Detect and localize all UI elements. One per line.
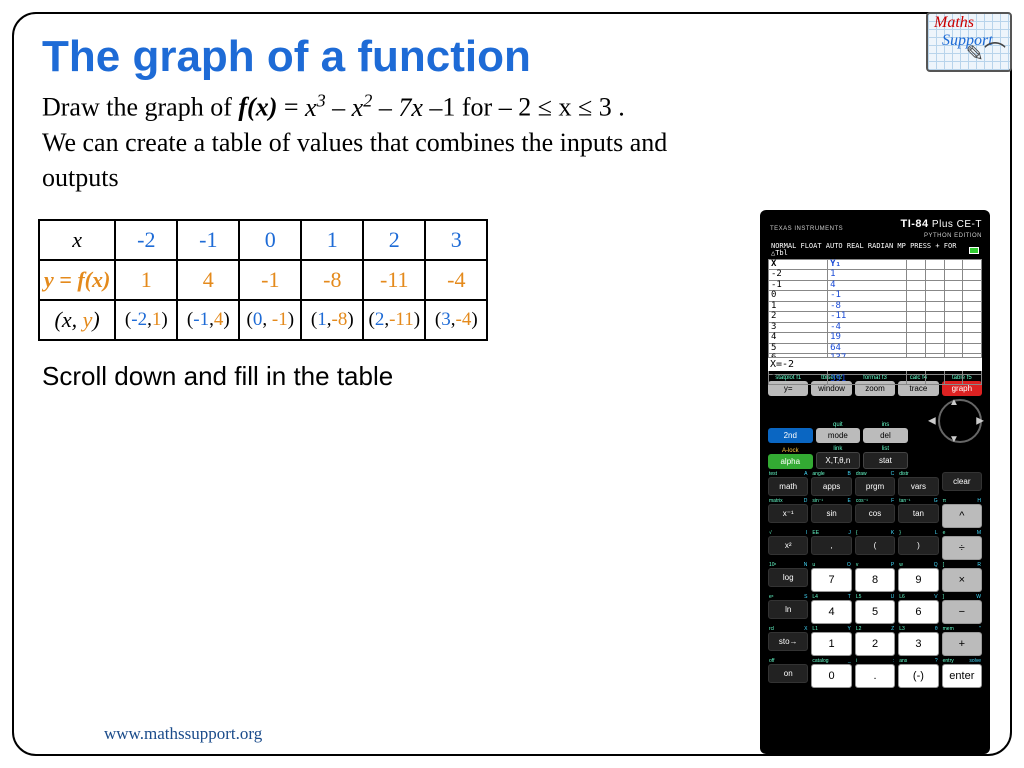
key-ent[interactable]: enter	[942, 664, 982, 688]
battery-icon	[969, 247, 979, 254]
key-rp[interactable]: )	[898, 536, 938, 555]
p3: (1,-8)	[301, 300, 363, 340]
key-vars[interactable]: vars	[898, 477, 938, 496]
y-c2: -1	[239, 260, 301, 300]
dpad-up-icon[interactable]: ▲	[949, 397, 959, 408]
screen-status: NORMAL FLOAT AUTO REAL RADIAN MP PRESS +…	[768, 241, 982, 259]
footer-url: www.mathssupport.org	[104, 724, 262, 744]
logo-line1: Maths	[934, 14, 974, 32]
y-c5: -4	[425, 260, 487, 300]
logo-tools-icon: ✎⌒	[966, 36, 1006, 68]
key-k7[interactable]: 7	[811, 568, 851, 592]
key-2nd[interactable]: 2nd	[768, 428, 813, 443]
calc-keypad: testAmathangleBappsdrawCprgmdistrvarscle…	[768, 472, 982, 688]
p0: (-2,1)	[115, 300, 177, 340]
key-dot[interactable]: .	[855, 664, 895, 688]
p5: (3,-4)	[425, 300, 487, 340]
key-k0[interactable]: 0	[811, 664, 851, 688]
prompt-lead: Draw the graph of	[42, 93, 238, 122]
key-k6[interactable]: 6	[898, 600, 938, 624]
calc-screen: NORMAL FLOAT AUTO REAL RADIAN MP PRESS +…	[768, 241, 982, 371]
key-prgm[interactable]: prgm	[855, 477, 895, 496]
prompt-for: for	[462, 93, 499, 122]
sth-y: Y₁	[828, 260, 907, 270]
key-k2[interactable]: 2	[855, 632, 895, 656]
key-log[interactable]: log	[768, 568, 808, 587]
key-k8[interactable]: 8	[855, 568, 895, 592]
key-apps[interactable]: apps	[811, 477, 851, 496]
key-clear[interactable]: clear	[942, 472, 982, 491]
prompt-fname: f(x)	[238, 93, 277, 122]
prompt-eq: =	[284, 93, 305, 122]
x-c1: -1	[177, 220, 239, 260]
dpad-down-icon[interactable]: ▼	[949, 434, 959, 445]
key-sin[interactable]: sin	[811, 504, 851, 523]
prompt-range: – 2 ≤ x ≤ 3	[499, 93, 612, 122]
key-k4[interactable]: 4	[811, 600, 851, 624]
key-neg[interactable]: (-)	[898, 664, 938, 688]
slide: Maths Support ✎⌒ The graph of a function…	[12, 12, 1012, 756]
th-x: x	[39, 220, 115, 260]
key-ln[interactable]: ln	[768, 600, 808, 619]
prompt-line: Draw the graph of f(x) = x3 – x2 – 7x –1…	[14, 86, 1010, 201]
th-xy: (x, y)	[39, 300, 115, 340]
y-c3: -8	[301, 260, 363, 300]
calc-edition: PYTHON EDITION	[924, 233, 982, 239]
key-pow[interactable]: ^	[942, 504, 982, 528]
key-xtn[interactable]: X,T,θ,n	[816, 452, 861, 469]
prompt-poly: x3 – x2 – 7x –	[305, 93, 442, 122]
calc-ti: TEXAS INSTRUMENTS	[770, 226, 843, 232]
x-c0: -2	[115, 220, 177, 260]
x-c4: 2	[363, 220, 425, 260]
key-sq[interactable]: x²	[768, 536, 808, 555]
calc-brand: TEXAS INSTRUMENTS TI-84 Plus CE-T PYTHON…	[768, 216, 982, 241]
dpad-right-icon[interactable]: ▶	[976, 416, 984, 427]
key-del[interactable]: del	[863, 428, 908, 443]
key-lp[interactable]: (	[855, 536, 895, 555]
key-stat[interactable]: stat	[863, 452, 908, 469]
key-mul[interactable]: ×	[942, 568, 982, 592]
key-add[interactable]: +	[942, 632, 982, 656]
key-sto[interactable]: sto→	[768, 632, 808, 651]
p1: (-1,4)	[177, 300, 239, 340]
key-on[interactable]: on	[768, 664, 808, 683]
key-inv[interactable]: x⁻¹	[768, 504, 808, 523]
calc-model: TI-84 Plus CE-T	[900, 219, 982, 230]
key-com[interactable]: ,	[811, 536, 851, 555]
key-mode[interactable]: mode	[816, 428, 861, 443]
p2: (0, -1)	[239, 300, 301, 340]
x-c3: 1	[301, 220, 363, 260]
screen-bottom: X=-2	[768, 357, 982, 371]
th-fx: y = f(x)	[39, 260, 115, 300]
sth-x: X	[769, 260, 828, 270]
key-math[interactable]: math	[768, 477, 808, 496]
key-cos[interactable]: cos	[855, 504, 895, 523]
key-k9[interactable]: 9	[898, 568, 938, 592]
y-c0: 1	[115, 260, 177, 300]
x-c2: 0	[239, 220, 301, 260]
key-k1[interactable]: 1	[811, 632, 851, 656]
key-k5[interactable]: 5	[855, 600, 895, 624]
calc-dpad[interactable]: ▲ ▼ ◀ ▶	[926, 399, 982, 443]
key-div[interactable]: ÷	[942, 536, 982, 560]
p4: (2,-11)	[363, 300, 425, 340]
dpad-left-icon[interactable]: ◀	[928, 416, 936, 427]
prompt-tail: .	[618, 93, 625, 122]
prompt-desc2: We can create a table of values that com…	[42, 128, 667, 192]
page-title: The graph of a function	[14, 14, 1010, 86]
key-k3[interactable]: 3	[898, 632, 938, 656]
x-c5: 3	[425, 220, 487, 260]
calculator: TEXAS INSTRUMENTS TI-84 Plus CE-T PYTHON…	[760, 210, 990, 754]
values-table: x -2 -1 0 1 2 3 y = f(x) 1 4 -1 -8 -11 -…	[38, 219, 488, 341]
y-c1: 4	[177, 260, 239, 300]
key-sub[interactable]: −	[942, 600, 982, 624]
brand-logo: Maths Support ✎⌒	[926, 12, 1012, 72]
y-c4: -11	[363, 260, 425, 300]
key-alpha[interactable]: alpha	[768, 454, 813, 469]
key-tan[interactable]: tan	[898, 504, 938, 523]
